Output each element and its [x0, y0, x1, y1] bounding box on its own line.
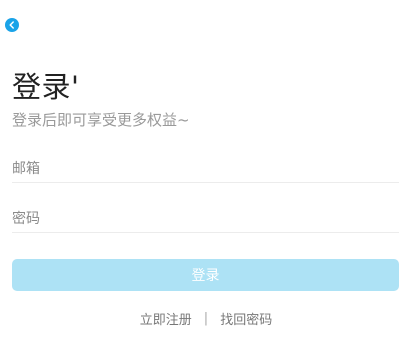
forgot-password-link[interactable]: 找回密码 [220, 309, 272, 328]
login-button[interactable]: 登录 [12, 259, 399, 291]
page-subtitle: 登录后即可享受更多权益~ [12, 111, 190, 129]
email-field[interactable] [12, 158, 399, 180]
back-button[interactable] [5, 18, 19, 32]
chevron-left-icon [5, 18, 19, 32]
email-field-container [12, 158, 399, 183]
link-separator: | [203, 311, 209, 326]
register-link[interactable]: 立即注册 [140, 309, 192, 328]
bottom-links: 立即注册 | 找回密码 [0, 309, 412, 328]
page-title: 登录' [12, 70, 80, 104]
password-field-container [12, 208, 399, 233]
password-field[interactable] [12, 208, 399, 230]
